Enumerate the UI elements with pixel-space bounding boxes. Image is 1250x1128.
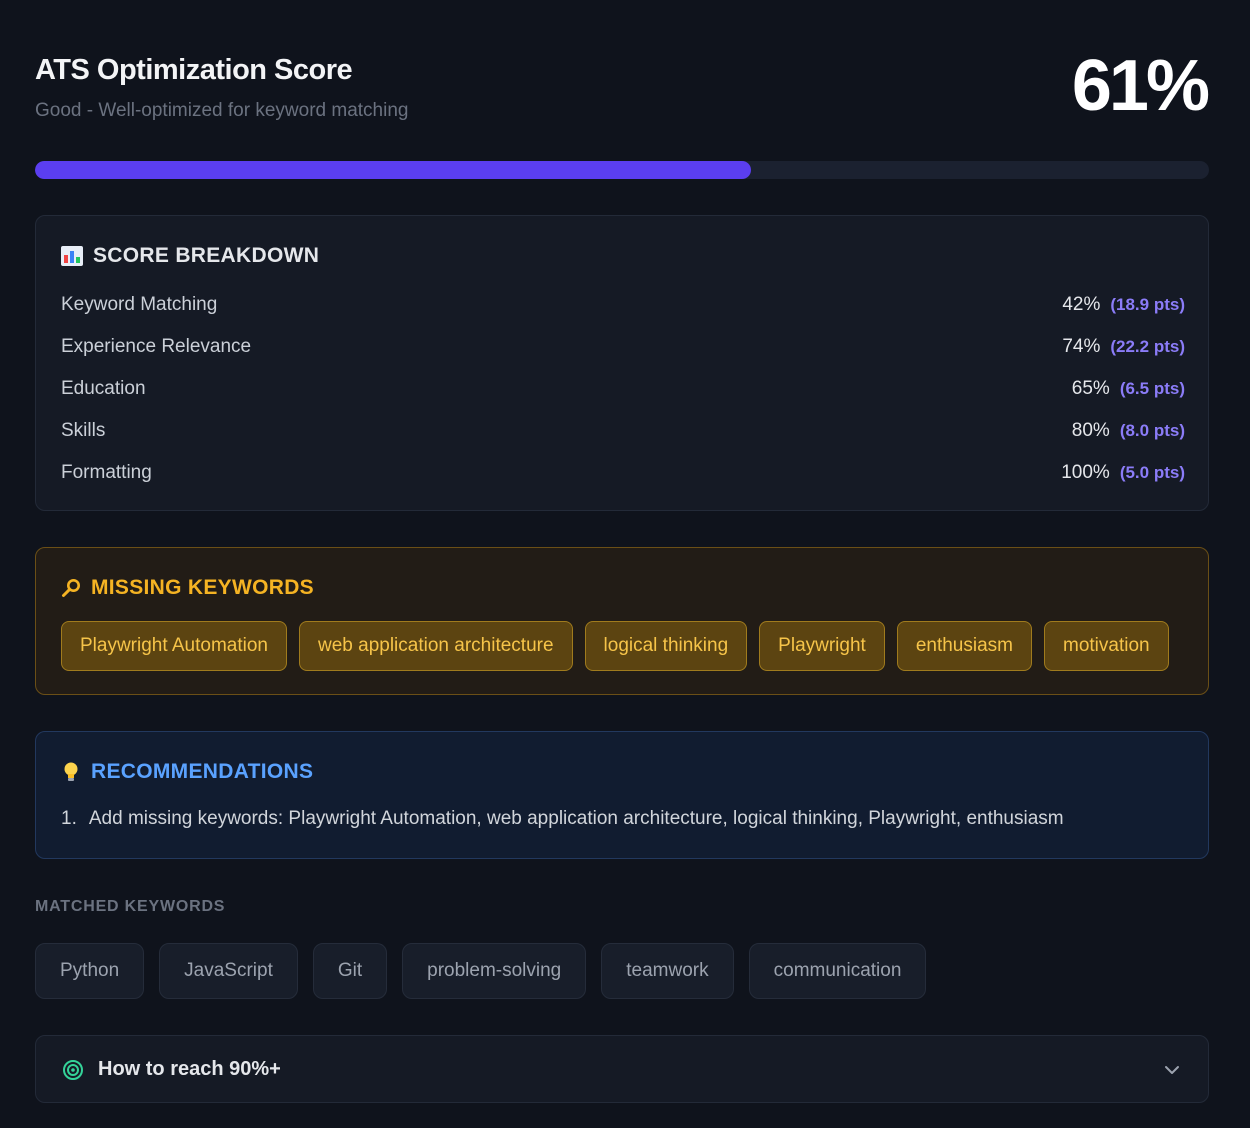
score-progress-fill [35, 161, 752, 179]
missing-keyword-tag[interactable]: Playwright Automation [61, 621, 287, 671]
breakdown-points: (6.5 pts) [1119, 379, 1185, 398]
breakdown-row-keyword-matching: Keyword Matching 42% (18.9 pts) [61, 290, 1185, 320]
matched-keywords-label: MATCHED KEYWORDS [35, 898, 226, 915]
score-breakdown-title: SCORE BREAKDOWN [61, 244, 319, 268]
recommendations-card: RECOMMENDATIONS 1. Add missing keywords:… [35, 731, 1209, 859]
breakdown-row-skills: Skills 80% (8.0 pts) [61, 416, 1185, 446]
breakdown-percent: 65% [1071, 378, 1110, 399]
recommendation-item: 1. Add missing keywords: Playwright Auto… [61, 808, 1064, 830]
recommendations-title: RECOMMENDATIONS [61, 760, 313, 784]
score-breakdown-card: SCORE BREAKDOWN Keyword Matching 42% (18… [35, 215, 1209, 511]
matched-keyword-tag[interactable]: teamwork [601, 943, 734, 999]
breakdown-row-formatting: Formatting 100% (5.0 pts) [61, 458, 1185, 488]
missing-keywords-heading: MISSING KEYWORDS [91, 576, 314, 599]
score-progress-bar [35, 161, 1209, 179]
lightbulb-icon [64, 762, 78, 781]
missing-keywords-card: MISSING KEYWORDS Playwright Automation w… [35, 547, 1209, 695]
recommendations-heading: RECOMMENDATIONS [91, 760, 314, 783]
score-value: 61% [1071, 46, 1210, 126]
matched-keyword-tag[interactable]: problem-solving [402, 943, 587, 999]
matched-keyword-tag[interactable]: communication [748, 943, 927, 999]
breakdown-points: (18.9 pts) [1110, 295, 1185, 314]
recommendation-number: 1. [61, 808, 77, 829]
score-breakdown-heading: SCORE BREAKDOWN [93, 244, 320, 267]
missing-keyword-tag[interactable]: Playwright [759, 621, 885, 671]
score-header: ATS Optimization Score Good - Well-optim… [35, 0, 1210, 160]
matched-keyword-tag[interactable]: Python [35, 943, 145, 999]
breakdown-percent: 42% [1062, 294, 1101, 315]
missing-keyword-tag[interactable]: enthusiasm [896, 621, 1032, 671]
magnifier-icon [62, 579, 80, 597]
how-to-reach-accordion[interactable]: How to reach 90%+ [35, 1035, 1209, 1103]
missing-keyword-list: Playwright Automation web application ar… [61, 621, 1169, 671]
matched-keyword-tag[interactable]: JavaScript [159, 943, 298, 999]
score-subtitle: Good - Well-optimized for keyword matchi… [35, 100, 409, 121]
ats-score-panel: ATS Optimization Score Good - Well-optim… [35, 0, 1210, 1103]
missing-keyword-tag[interactable]: web application architecture [299, 621, 573, 671]
matched-keyword-tag[interactable]: Git [312, 943, 388, 999]
breakdown-row-education: Education 65% (6.5 pts) [61, 374, 1185, 404]
breakdown-points: (22.2 pts) [1110, 337, 1185, 356]
chevron-down-icon[interactable] [1162, 1060, 1182, 1080]
page-title: ATS Optimization Score [35, 54, 353, 86]
matched-keyword-list: Python JavaScript Git problem-solving te… [35, 943, 927, 999]
breakdown-label: Skills [61, 420, 106, 441]
breakdown-points: (5.0 pts) [1119, 463, 1185, 482]
missing-keyword-tag[interactable]: logical thinking [584, 621, 748, 671]
breakdown-points: (8.0 pts) [1119, 421, 1185, 440]
breakdown-label: Experience Relevance [61, 336, 252, 357]
breakdown-percent: 100% [1061, 462, 1110, 483]
missing-keywords-title: MISSING KEYWORDS [61, 576, 314, 600]
breakdown-percent: 74% [1062, 336, 1101, 357]
breakdown-percent: 80% [1071, 420, 1110, 441]
breakdown-label: Education [61, 378, 146, 399]
breakdown-row-experience-relevance: Experience Relevance 74% (22.2 pts) [61, 332, 1185, 362]
missing-keyword-tag[interactable]: motivation [1044, 621, 1169, 671]
breakdown-label: Keyword Matching [61, 294, 218, 315]
target-icon [63, 1059, 83, 1080]
bar-chart-icon [61, 246, 83, 266]
how-to-reach-title: How to reach 90%+ [62, 1058, 281, 1081]
recommendation-text: Add missing keywords: Playwright Automat… [88, 808, 1064, 829]
breakdown-label: Formatting [61, 462, 152, 483]
how-to-reach-heading: How to reach 90%+ [98, 1058, 281, 1080]
